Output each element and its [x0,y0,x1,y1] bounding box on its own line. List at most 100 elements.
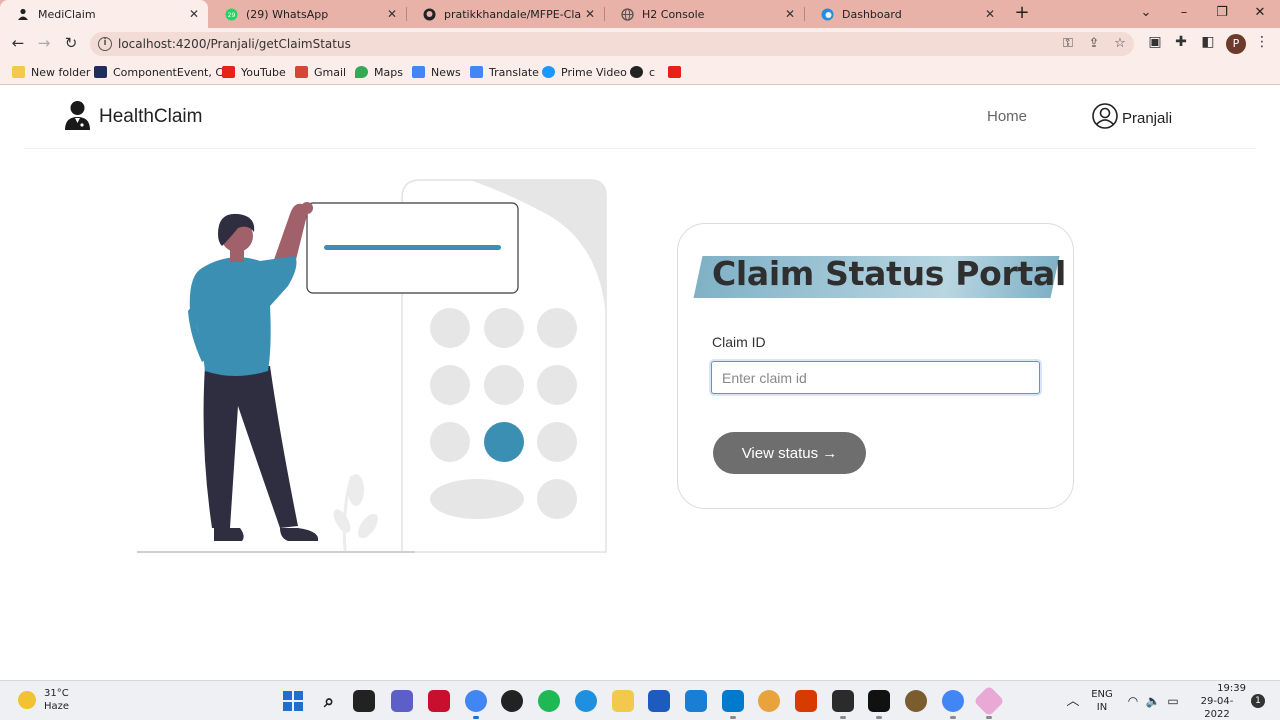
back-arrow-icon[interactable]: ← [7,32,29,54]
bookmark-gmail[interactable]: Gmail [295,64,346,80]
address-bar[interactable]: i localhost:4200/Pranjali/getClaimStatus… [90,32,1134,56]
menu-kebab-icon[interactable]: ⋮ [1253,33,1271,51]
tab-title: H2 Console [642,7,705,21]
mail-icon[interactable] [685,690,707,712]
vscode-icon[interactable] [722,690,744,712]
close-tab-icon[interactable]: ✕ [384,7,400,21]
clock[interactable]: 19:39 29-04-2022 [1188,681,1246,720]
search-icon[interactable]: ⌕ [318,690,340,712]
dell-icon[interactable] [501,690,523,712]
bookmark-label: YouTube [241,65,286,79]
user-name: Pranjali [1122,109,1173,127]
tab-search-chevron-icon[interactable]: ⌄ [1127,0,1165,28]
chrome-icon[interactable] [942,690,964,712]
mcafee-icon[interactable] [428,690,450,712]
bookmark-label: Translate [489,65,539,79]
task-view-icon[interactable] [353,690,375,712]
tab-dashboard[interactable]: Dashboard ✕ [804,0,1004,28]
nav-user-menu[interactable]: Pranjali [1092,103,1172,133]
prime-video-icon [542,66,555,78]
edge-icon[interactable] [575,690,597,712]
office-icon[interactable] [795,690,817,712]
language-code: ENG [1091,689,1113,700]
notifications-badge[interactable]: 1 [1250,681,1266,720]
temperature-text: 31°C [44,688,69,699]
tab-title: pratikkhandale/MFPE-Claim-Man [444,7,582,21]
close-tab-icon[interactable]: ✕ [782,7,798,21]
bookmark-youtube-2[interactable] [668,64,687,80]
wifi-icon[interactable]: ◠ [1124,681,1142,720]
key-icon[interactable]: ⚿ [1060,36,1076,52]
tab-whatsapp[interactable]: 29 (29) WhatsApp ✕ [208,0,406,28]
browser-tab-bar: MediClaim ✕ 29 (29) WhatsApp ✕ pratikkha… [0,0,1280,28]
close-window-icon[interactable]: ✕ [1241,0,1279,28]
forward-arrow-icon[interactable]: → [33,32,55,54]
new-tab-icon[interactable]: + [1012,3,1032,23]
profile-avatar[interactable]: P [1226,34,1246,54]
show-hidden-icons-chevron-icon[interactable]: ︿ [1064,681,1082,720]
sticky-app-icon[interactable] [832,690,854,712]
side-panel-icon[interactable]: ◧ [1199,33,1217,51]
bookmark-componentevent[interactable]: ComponentEvent, C... [94,64,234,80]
windows-start-icon[interactable] [282,690,304,712]
active-app-indicator [473,716,479,719]
weather-condition-text: Haze [44,701,70,712]
whatsapp-favicon-icon: 29 [224,7,238,21]
bookmark-new-folder[interactable]: New folder [12,64,90,80]
chrome-canary-icon[interactable] [758,690,780,712]
nav-home-link[interactable]: Home [987,108,1027,125]
extension-box-icon[interactable]: ▣ [1146,33,1164,51]
windows-taskbar: 31°C Haze ⌕ ︿ ENG IN ◠ 🔈 ▭ 19:39 29-04-2… [0,680,1280,720]
claim-id-input[interactable] [711,361,1040,394]
svg-text:29: 29 [227,12,235,19]
view-status-button[interactable]: View status → [713,432,866,474]
diamond-app-icon[interactable] [973,685,1005,717]
brand-logo-link[interactable]: HealthClaim [64,100,202,134]
notification-count: 1 [1251,694,1265,708]
weather-widget[interactable]: 31°C Haze [18,687,69,713]
bookmark-label: ComponentEvent, C... [113,65,234,79]
bookmark-star-icon[interactable]: ☆ [1112,36,1128,52]
bookmark-label: New folder [31,65,91,79]
notepad-app-icon[interactable] [648,690,670,712]
translate-icon [470,66,483,78]
tab-github[interactable]: pratikkhandale/MFPE-Claim-Man ✕ [406,0,604,28]
time-text: 19:39 [1217,682,1246,694]
news-icon [412,66,425,78]
bookmark-prime-video[interactable]: Prime Video [542,64,627,80]
card-title: Claim Status Portal [712,254,1066,293]
site-info-icon[interactable]: i [98,37,112,51]
github-icon [630,66,643,78]
tab-title: MediClaim [38,7,96,21]
mediclaim-favicon-icon [16,7,30,21]
app-emblem-icon[interactable] [905,690,927,712]
extensions-puzzle-icon[interactable]: ✚ [1172,33,1190,51]
language-indicator[interactable]: ENG IN [1088,681,1116,720]
tab-title: Dashboard [842,7,902,21]
close-tab-icon[interactable]: ✕ [582,7,598,21]
bookmark-youtube[interactable]: YouTube [222,64,286,80]
bookmark-translate[interactable]: Translate [470,64,539,80]
share-icon[interactable]: ⇪ [1086,36,1102,52]
reload-icon[interactable]: ↻ [60,32,82,54]
battery-icon[interactable]: ▭ [1164,681,1182,720]
terminal-icon[interactable] [868,690,890,712]
close-tab-icon[interactable]: ✕ [186,7,202,21]
bookmark-maps[interactable]: Maps [355,64,403,80]
claim-id-label: Claim ID [712,334,766,350]
bookmark-news[interactable]: News [412,64,461,80]
close-tab-icon[interactable]: ✕ [982,7,998,21]
globe-favicon-icon [620,7,634,21]
bookmark-github-c[interactable]: c [630,64,655,80]
claim-status-card: Claim Status Portal Claim ID View status… [677,223,1074,509]
spotify-icon[interactable] [538,690,560,712]
teams-chat-icon[interactable] [391,690,413,712]
chrome-profile-icon[interactable] [465,690,487,712]
tab-title: (29) WhatsApp [246,7,329,21]
tab-mediclaim[interactable]: MediClaim ✕ [0,0,208,28]
minimize-icon[interactable]: – [1165,0,1203,28]
volume-icon[interactable]: 🔈 [1144,681,1162,720]
restore-icon[interactable]: ❐ [1203,0,1241,28]
tab-h2-console[interactable]: H2 Console ✕ [604,0,804,28]
file-explorer-icon[interactable] [612,690,634,712]
